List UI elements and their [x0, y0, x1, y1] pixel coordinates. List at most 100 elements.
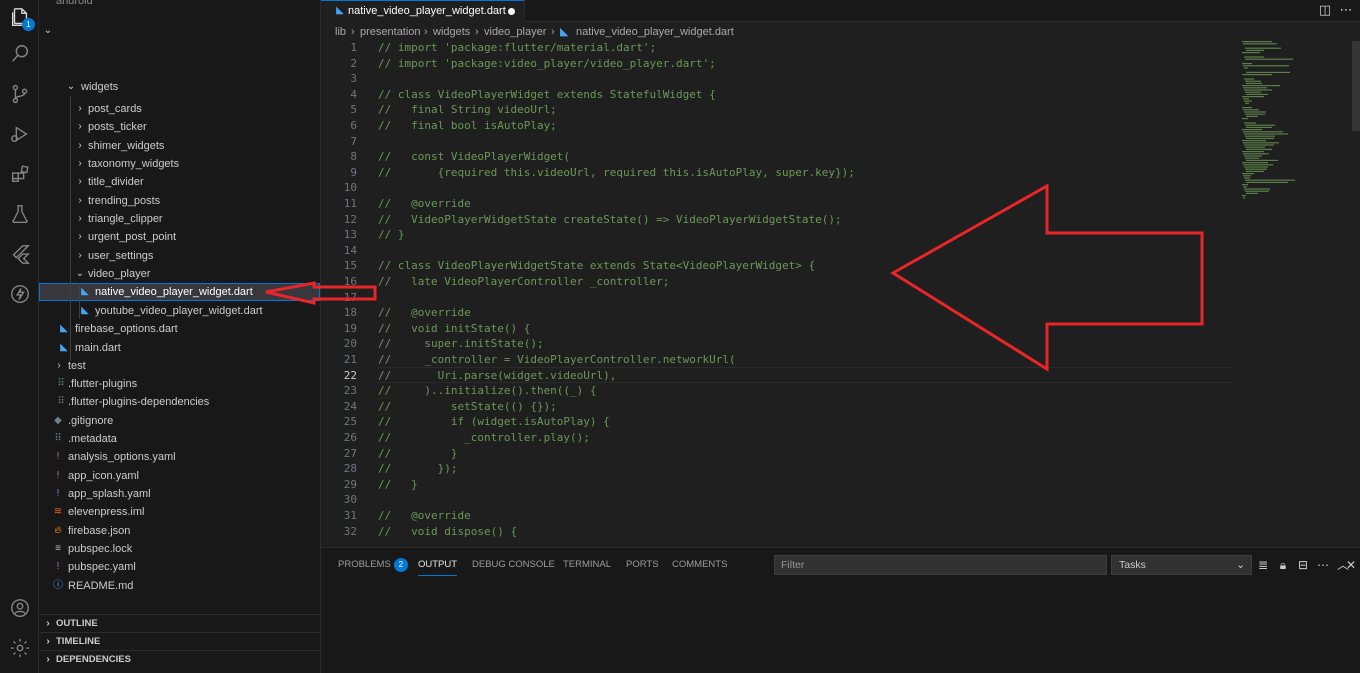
lightning-icon[interactable] — [7, 281, 33, 307]
tasks-select[interactable]: Tasks ⌄ — [1111, 555, 1252, 575]
tree-item[interactable]: ◣ main.dart — [39, 339, 320, 357]
code-line[interactable]: // @override — [378, 508, 471, 524]
tree-item[interactable]: ! app_icon.yaml — [39, 467, 320, 485]
run-debug-icon[interactable] — [7, 121, 33, 147]
code-line[interactable]: // } — [378, 477, 418, 493]
editor-scrollbar[interactable] — [1352, 41, 1360, 131]
flutter-icon[interactable] — [7, 241, 33, 267]
code-line[interactable]: // } — [378, 227, 405, 243]
tree-item[interactable]: ⓘ README.md — [39, 577, 320, 595]
tree-item[interactable]: › user_settings — [39, 247, 320, 265]
code-line[interactable]: // @override — [378, 305, 471, 321]
tree-item-partial[interactable]: android — [39, 0, 320, 10]
tree-item[interactable]: ! pubspec.yaml — [39, 558, 320, 576]
lock-icon[interactable]: 🔒︎ — [1276, 557, 1290, 573]
tab-ports[interactable]: PORTS — [626, 558, 659, 576]
breadcrumb-item[interactable]: widgets — [433, 23, 470, 41]
section-dependencies[interactable]: › DEPENDENCIES — [39, 650, 320, 668]
tab-output[interactable]: OUTPUT — [418, 558, 458, 576]
chevron-right-icon: › — [551, 26, 555, 38]
line-number: 12 — [343, 212, 357, 226]
extensions-icon[interactable] — [7, 161, 33, 187]
code-line[interactable]: // setState(() {}); — [378, 399, 557, 415]
code-line[interactable]: // import 'package:video_player/video_pl… — [378, 56, 716, 72]
tree-item[interactable]: › taxonomy_widgets — [39, 155, 320, 173]
tree-item[interactable]: ≡ pubspec.lock — [39, 540, 320, 558]
tree-item[interactable]: › post_cards — [39, 100, 320, 118]
tab-native-video-player-widget[interactable]: ◣ native_video_player_widget.dart — [321, 0, 525, 22]
minimap[interactable] — [1239, 41, 1339, 221]
tree-item[interactable]: ◣ native_video_player_widget.dart — [39, 283, 320, 301]
tree-item[interactable]: › shimer_widgets — [39, 137, 320, 155]
code-line[interactable]: // class VideoPlayerWidgetState extends … — [378, 258, 815, 274]
code-line[interactable]: // void initState() { — [378, 321, 530, 337]
code-line[interactable]: // _controller.play(); — [378, 430, 590, 446]
tab-comments[interactable]: COMMENTS — [672, 558, 727, 576]
code-line[interactable]: // @override — [378, 196, 471, 212]
tree-item[interactable]: ◣ firebase_options.dart — [39, 320, 320, 338]
tab-debug-console[interactable]: DEBUG CONSOLE — [472, 558, 555, 576]
code-line[interactable]: // )..initialize().then((_) { — [378, 383, 597, 399]
indent-guide — [79, 283, 80, 319]
code-line[interactable]: // if (widget.isAutoPlay) { — [378, 414, 610, 430]
tree-item[interactable]: › posts_ticker — [39, 118, 320, 136]
code-line[interactable]: // super.initState(); — [378, 336, 544, 352]
code-line[interactable]: // late VideoPlayerController _controlle… — [378, 274, 669, 290]
code-line[interactable]: // import 'package:flutter/material.dart… — [378, 41, 656, 56]
explorer-icon[interactable]: 1 — [7, 4, 35, 31]
testing-icon[interactable] — [7, 201, 33, 227]
account-icon[interactable] — [7, 595, 33, 621]
code-line[interactable]: // Uri.parse(widget.videoUrl), — [378, 368, 616, 384]
tree-item[interactable]: 🔥︎ firebase.json — [39, 522, 320, 540]
tree-item[interactable]: ◣ youtube_video_player_widget.dart — [39, 302, 320, 320]
tree-item[interactable]: ⌄ widgets — [39, 78, 320, 96]
tree-item[interactable]: ⌄ video_player — [39, 265, 320, 283]
code-editor[interactable]: 1 // import 'package:flutter/material.dar… — [321, 41, 1360, 547]
code-line[interactable]: // final String videoUrl; — [378, 102, 557, 118]
code-line[interactable]: // VideoPlayerWidgetState createState() … — [378, 212, 842, 228]
tree-item[interactable]: › test — [39, 357, 320, 375]
code-line[interactable]: // class VideoPlayerWidget extends State… — [378, 87, 716, 103]
tree-item[interactable]: ! analysis_options.yaml — [39, 448, 320, 466]
minimap-line — [1242, 129, 1262, 131]
settings-gear-icon[interactable] — [7, 635, 33, 661]
list-filter-icon[interactable]: ≣ — [1256, 557, 1270, 573]
tree-item[interactable]: › triangle_clipper — [39, 210, 320, 228]
close-panel-icon[interactable]: ✕ — [1344, 557, 1358, 573]
tree-item[interactable]: ≋ elevenpress.iml — [39, 503, 320, 521]
breadcrumb-item[interactable]: video_player — [484, 23, 546, 41]
source-control-icon[interactable] — [7, 81, 33, 107]
tree-item[interactable]: ⠿ .metadata — [39, 430, 320, 448]
file-icon: ⠿ — [57, 396, 65, 407]
code-line[interactable]: // void dispose() { — [378, 524, 517, 540]
code-line[interactable]: // }); — [378, 461, 457, 477]
tab-problems[interactable]: PROBLEMS 2 — [338, 558, 408, 576]
tree-item-label: .flutter-plugins-dependencies — [68, 396, 210, 408]
tree-item[interactable]: › title_divider — [39, 173, 320, 191]
code-line[interactable]: // _controller = VideoPlayerController.n… — [378, 352, 736, 368]
filter-input[interactable]: Filter — [774, 555, 1107, 575]
breadcrumb-item[interactable]: presentation — [360, 23, 421, 41]
breadcrumb-item[interactable]: lib — [335, 23, 346, 41]
section-timeline[interactable]: › TIMELINE — [39, 632, 320, 650]
tab-terminal[interactable]: TERMINAL — [563, 558, 611, 576]
tree-item[interactable]: › trending_posts — [39, 192, 320, 210]
tree-item[interactable]: › urgent_post_point — [39, 228, 320, 246]
unsaved-dot-icon[interactable] — [508, 8, 515, 15]
tree-item[interactable]: ⠿ .flutter-plugins-dependencies — [39, 393, 320, 411]
tree-item[interactable]: ! app_splash.yaml — [39, 485, 320, 503]
search-icon[interactable] — [7, 41, 33, 67]
more-actions-icon[interactable]: ⋯ — [1338, 2, 1354, 18]
split-editor-icon[interactable]: ◫ — [1317, 2, 1333, 18]
section-outline[interactable]: › OUTLINE — [39, 614, 320, 632]
tree-item-collapsed-folder[interactable]: ⌄ — [39, 22, 320, 40]
code-line[interactable]: // } — [378, 446, 457, 462]
code-line[interactable]: // const VideoPlayerWidget( — [378, 149, 570, 165]
breadcrumb-item[interactable]: native_video_player_widget.dart — [576, 23, 734, 41]
tree-item[interactable]: ⠿ .flutter-plugins — [39, 375, 320, 393]
code-line[interactable]: // final bool isAutoPlay; — [378, 118, 557, 134]
tree-item[interactable]: ◆ .gitignore — [39, 412, 320, 430]
yaml-file-icon: ! — [56, 451, 60, 462]
clear-output-icon[interactable]: ⊟ — [1296, 557, 1310, 573]
code-line[interactable]: // {required this.videoUrl, required thi… — [378, 165, 855, 181]
